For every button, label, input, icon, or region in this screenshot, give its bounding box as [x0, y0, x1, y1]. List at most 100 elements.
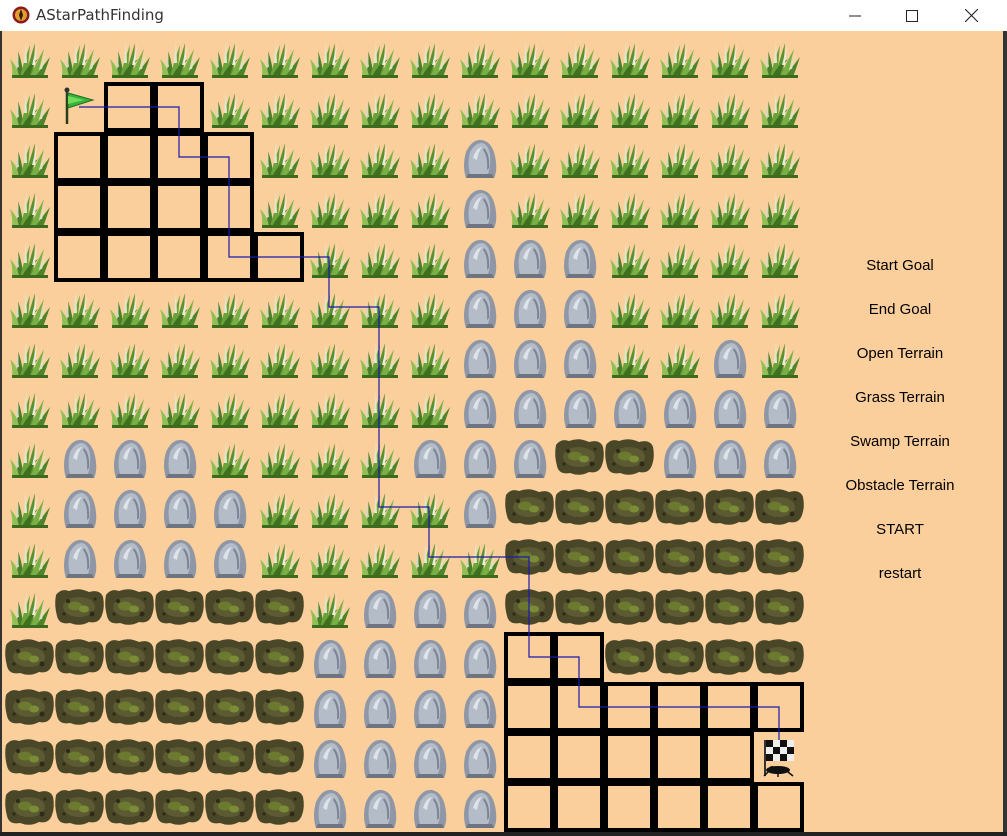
swamp-terrain-button[interactable]: Swamp Terrain: [807, 428, 993, 456]
grid-cell-grass[interactable]: [610, 91, 650, 128]
grid-cell-rock[interactable]: [764, 389, 797, 428]
grid-cell-rock[interactable]: [314, 639, 347, 678]
grid-cell-grass[interactable]: [760, 41, 800, 78]
grid-cell-swamp[interactable]: [255, 589, 304, 625]
grid-cell-rock[interactable]: [414, 439, 447, 478]
grid-cell-open[interactable]: [104, 182, 154, 232]
grid-cell-grass[interactable]: [310, 491, 350, 528]
grid-cell-swamp[interactable]: [655, 489, 704, 525]
grid-cell-grass[interactable]: [10, 541, 50, 578]
grid-cell-swamp[interactable]: [255, 639, 304, 675]
grid-cell-grass[interactable]: [60, 41, 100, 78]
grid-cell-rock[interactable]: [164, 539, 197, 578]
grid-cell-rock[interactable]: [364, 789, 397, 828]
grid-cell-grass[interactable]: [260, 41, 300, 78]
grid-cell-rock[interactable]: [614, 389, 647, 428]
grid-cell-open[interactable]: [504, 682, 554, 732]
grid-cell-rock[interactable]: [314, 689, 347, 728]
grid-cell-swamp[interactable]: [705, 539, 754, 575]
grid-cell-rock[interactable]: [514, 339, 547, 378]
grid-cell-open[interactable]: [754, 782, 804, 832]
grid-cell-swamp[interactable]: [155, 639, 204, 675]
grid-cell-grass[interactable]: [610, 291, 650, 328]
grid-cell-grass[interactable]: [210, 291, 250, 328]
grid-cell-grass[interactable]: [360, 441, 400, 478]
grid-cell-rock[interactable]: [514, 439, 547, 478]
grid-cell-grass[interactable]: [760, 291, 800, 328]
grid-cell-grass[interactable]: [60, 291, 100, 328]
grid-cell-grass[interactable]: [360, 241, 400, 278]
grid-cell-grass[interactable]: [110, 41, 150, 78]
grid-cell-open[interactable]: [504, 732, 554, 782]
grid-cell-grass[interactable]: [660, 91, 700, 128]
grid-cell-swamp[interactable]: [5, 639, 54, 675]
grid-cell-grass[interactable]: [410, 41, 450, 78]
grid-cell-swamp[interactable]: [155, 589, 204, 625]
grass-terrain-button[interactable]: Grass Terrain: [807, 384, 993, 412]
grid-cell-grass[interactable]: [760, 91, 800, 128]
grid-cell-grass[interactable]: [360, 291, 400, 328]
grid-cell-rock[interactable]: [464, 389, 497, 428]
open-terrain-button[interactable]: Open Terrain: [807, 340, 993, 368]
grid-cell-grass[interactable]: [760, 341, 800, 378]
grid-cell-grass[interactable]: [410, 91, 450, 128]
grid-cell-rock[interactable]: [364, 639, 397, 678]
grid-cell-swamp[interactable]: [5, 739, 54, 775]
grid-cell-rock[interactable]: [64, 489, 97, 528]
grid-cell-grass[interactable]: [560, 91, 600, 128]
grid-cell-swamp[interactable]: [705, 489, 754, 525]
grid-cell-grass[interactable]: [360, 191, 400, 228]
grid-cell-rock[interactable]: [564, 239, 597, 278]
grid-cell-open[interactable]: [154, 232, 204, 282]
grid-cell-grass[interactable]: [610, 41, 650, 78]
grid-cell-grass[interactable]: [760, 241, 800, 278]
grid-cell-grass[interactable]: [110, 391, 150, 428]
grid-cell-swamp[interactable]: [155, 689, 204, 725]
grid-cell-grass[interactable]: [460, 541, 500, 578]
grid-cell-grass[interactable]: [660, 41, 700, 78]
grid-cell-grass[interactable]: [660, 291, 700, 328]
grid-cell-swamp[interactable]: [655, 539, 704, 575]
grid-cell-rock[interactable]: [514, 239, 547, 278]
grid-cell-rock[interactable]: [464, 639, 497, 678]
grid-cell-grass[interactable]: [10, 191, 50, 228]
grid-cell-grass[interactable]: [310, 591, 350, 628]
grid-cell-grass[interactable]: [360, 341, 400, 378]
grid-cell-grass[interactable]: [610, 141, 650, 178]
grid-cell-grass[interactable]: [10, 591, 50, 628]
grid-cell-grass[interactable]: [10, 241, 50, 278]
grid-cell-rock[interactable]: [514, 389, 547, 428]
grid-cell-grass[interactable]: [710, 241, 750, 278]
grid-cell-rock[interactable]: [164, 489, 197, 528]
grid-cell-grass[interactable]: [710, 141, 750, 178]
grid-cell-swamp[interactable]: [555, 589, 604, 625]
grid-cell-grass[interactable]: [10, 491, 50, 528]
grid-cell-grass[interactable]: [310, 441, 350, 478]
grid-cell-swamp[interactable]: [5, 789, 54, 825]
grid-cell-rock[interactable]: [714, 339, 747, 378]
grid-cell-grass[interactable]: [10, 41, 50, 78]
grid-cell-grass[interactable]: [560, 141, 600, 178]
grid-cell-rock[interactable]: [114, 489, 147, 528]
obstacle-terrain-button[interactable]: Obstacle Terrain: [807, 472, 993, 500]
grid-cell-open[interactable]: [554, 782, 604, 832]
grid-cell-swamp[interactable]: [755, 489, 804, 525]
end-goal-button[interactable]: End Goal: [807, 296, 993, 324]
grid-cell-swamp[interactable]: [105, 739, 154, 775]
grid-cell-grass[interactable]: [760, 141, 800, 178]
grid-cell-rock[interactable]: [714, 389, 747, 428]
grid-cell-grass[interactable]: [360, 491, 400, 528]
grid-cell-grass[interactable]: [310, 91, 350, 128]
restart-button[interactable]: restart: [807, 560, 993, 588]
grid-cell-swamp[interactable]: [755, 589, 804, 625]
grid-cell-grass[interactable]: [610, 341, 650, 378]
grid-cell-swamp[interactable]: [505, 489, 554, 525]
grid-cell-rock[interactable]: [464, 339, 497, 378]
grid-cell-grass[interactable]: [410, 491, 450, 528]
grid-cell-grass[interactable]: [210, 441, 250, 478]
grid-cell-swamp[interactable]: [205, 739, 254, 775]
grid-cell-grass[interactable]: [410, 541, 450, 578]
grid-cell-open[interactable]: [54, 232, 104, 282]
grid-cell-grass[interactable]: [260, 541, 300, 578]
grid-cell-rock[interactable]: [414, 789, 447, 828]
